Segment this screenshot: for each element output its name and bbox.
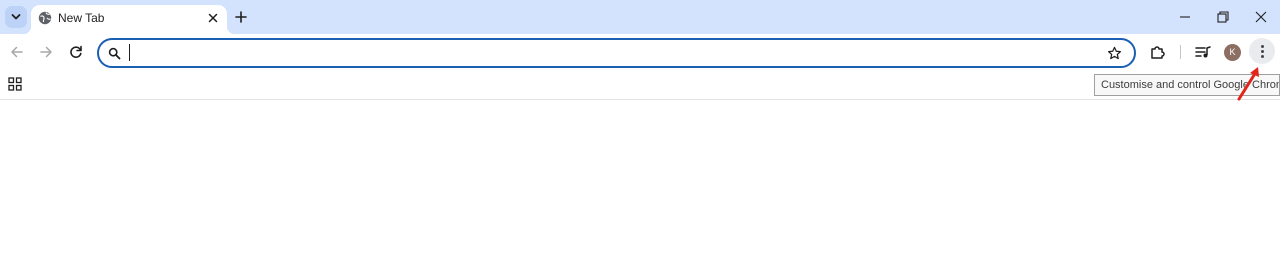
forward-arrow-icon[interactable] xyxy=(37,43,55,61)
tab-strip: New Tab xyxy=(0,0,1280,34)
close-tab-icon[interactable] xyxy=(206,11,220,25)
tab-title: New Tab xyxy=(58,11,105,25)
toolbar: K xyxy=(0,34,1280,70)
star-icon[interactable] xyxy=(1107,46,1122,61)
extensions-puzzle-icon[interactable] xyxy=(1149,43,1167,61)
menu-dot xyxy=(1261,50,1264,53)
text-caret xyxy=(129,44,130,61)
search-icon xyxy=(108,47,121,60)
plus-icon[interactable] xyxy=(233,9,249,25)
globe-icon xyxy=(38,11,52,25)
browser-window: New Tab K Customise and control Google C… xyxy=(0,0,1280,274)
bookmarks-bar xyxy=(0,70,1280,100)
chevron-down-icon xyxy=(11,14,21,20)
media-queue-icon[interactable] xyxy=(1194,43,1212,61)
profile-avatar[interactable]: K xyxy=(1224,44,1241,61)
toolbar-divider xyxy=(1180,45,1181,59)
restore-icon[interactable] xyxy=(1215,9,1231,25)
back-arrow-icon[interactable] xyxy=(8,43,26,61)
address-input[interactable] xyxy=(129,44,1079,62)
close-icon[interactable] xyxy=(1253,9,1269,25)
reload-icon[interactable] xyxy=(67,43,85,61)
kebab-menu-icon[interactable] xyxy=(1249,38,1275,64)
menu-dot xyxy=(1261,55,1264,58)
page-content xyxy=(0,101,1280,274)
apps-grid-icon[interactable] xyxy=(8,77,22,91)
tab-new-tab[interactable]: New Tab xyxy=(23,5,235,34)
tab-search-button[interactable] xyxy=(5,6,27,28)
annotation-arrow-icon xyxy=(1237,67,1259,101)
minimize-icon[interactable] xyxy=(1177,9,1193,25)
address-bar[interactable] xyxy=(97,38,1136,68)
menu-dot xyxy=(1261,45,1264,48)
